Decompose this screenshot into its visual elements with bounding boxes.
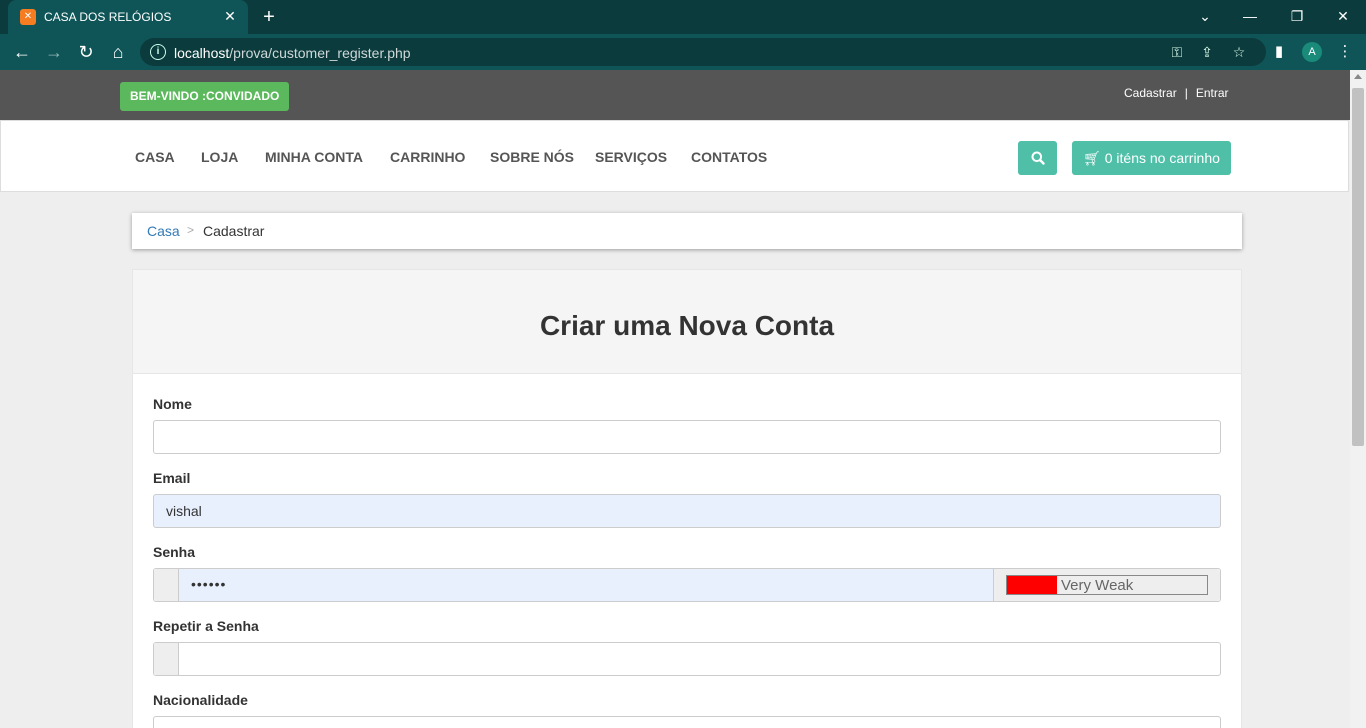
- repeat-password-label: Repetir a Senha: [153, 618, 259, 634]
- cart-button[interactable]: 🛒︎ 0 iténs no carrinho: [1072, 141, 1231, 175]
- close-tab-icon[interactable]: ✕: [222, 8, 238, 24]
- page-title: Criar uma Nova Conta: [539, 310, 835, 341]
- menu-kebab-icon[interactable]: ⋮: [1334, 41, 1356, 63]
- main-navbar: CASA LOJA MINHA CONTA CARRINHO SOBRE NÓS…: [0, 120, 1349, 192]
- restore-icon[interactable]: ❐: [1285, 6, 1309, 26]
- scroll-up-arrow[interactable]: [1354, 74, 1362, 79]
- nav-item-servicos[interactable]: SERVIÇOS: [595, 149, 667, 165]
- close-window-icon[interactable]: ✕: [1331, 6, 1355, 26]
- nav-item-minha-conta[interactable]: MINHA CONTA: [265, 149, 363, 165]
- name-field[interactable]: [153, 420, 1221, 454]
- side-panel-icon[interactable]: ▮: [1268, 41, 1290, 63]
- cart-label: 0 iténs no carrinho: [1104, 150, 1220, 166]
- top-links: Cadastrar | Entrar: [1124, 86, 1229, 100]
- email-label: Email: [153, 470, 191, 486]
- password-value: ••••••: [191, 576, 227, 592]
- strength-meter: Very Weak: [1006, 575, 1208, 595]
- address-bar[interactable]: i localhost/prova/customer_register.php …: [140, 38, 1266, 66]
- cart-icon: 🛒︎: [1083, 150, 1101, 166]
- tab-search-icon[interactable]: ⌄: [1193, 6, 1217, 26]
- back-icon[interactable]: ←: [10, 40, 34, 64]
- key-icon[interactable]: ⚿: [1168, 43, 1186, 61]
- search-button[interactable]: [1018, 141, 1057, 175]
- strength-meter-fill: [1007, 576, 1057, 594]
- breadcrumb-home-link[interactable]: Casa: [147, 223, 180, 239]
- email-field[interactable]: vishal: [153, 494, 1221, 528]
- page-scrollbar[interactable]: [1350, 70, 1366, 728]
- nav-item-casa[interactable]: CASA: [135, 149, 175, 165]
- reload-icon[interactable]: ↻: [74, 40, 98, 64]
- register-link[interactable]: Cadastrar: [1124, 86, 1177, 100]
- new-tab-icon[interactable]: +: [258, 6, 280, 28]
- site-info-icon[interactable]: i: [150, 44, 166, 60]
- password-group: •••••• Very Weak: [153, 568, 1221, 602]
- nav-item-loja[interactable]: LOJA: [201, 149, 238, 165]
- scroll-thumb[interactable]: [1352, 88, 1364, 446]
- email-value: vishal: [166, 503, 202, 519]
- repeat-password-group: [153, 642, 1221, 676]
- repeat-password-addon: [154, 643, 179, 675]
- nationality-label: Nacionalidade: [153, 692, 248, 708]
- forward-icon[interactable]: →: [42, 40, 66, 64]
- repeat-password-field[interactable]: [179, 643, 1220, 675]
- nationality-field[interactable]: [153, 716, 1221, 728]
- nav-item-sobre-nos[interactable]: SOBRE NÓS: [490, 149, 574, 165]
- top-links-separator: |: [1184, 86, 1188, 100]
- breadcrumb-current: Cadastrar: [203, 223, 265, 239]
- panel-header: Criar uma Nova Conta: [133, 270, 1241, 374]
- password-label: Senha: [153, 544, 196, 560]
- browser-tab[interactable]: ✕ CASA DOS RELÓGIOS ✕: [8, 0, 248, 34]
- profile-avatar[interactable]: A: [1302, 42, 1322, 62]
- login-link[interactable]: Entrar: [1196, 86, 1229, 100]
- home-icon[interactable]: ⌂: [106, 40, 130, 64]
- browser-tabbar: ✕ CASA DOS RELÓGIOS ✕ + ⌄ — ❐ ✕: [0, 0, 1366, 34]
- nav-item-contatos[interactable]: CONTATOS: [691, 149, 767, 165]
- browser-toolbar: ← → ↻ ⌂ i localhost/prova/customer_regis…: [0, 34, 1366, 70]
- share-icon[interactable]: ⇪: [1198, 43, 1216, 61]
- url-text: localhost/prova/customer_register.php: [174, 45, 411, 61]
- minimize-icon[interactable]: —: [1238, 6, 1262, 26]
- name-label: Nome: [153, 396, 192, 412]
- strength-label: Very Weak: [1061, 577, 1134, 594]
- register-panel: Criar uma Nova Conta Nome Email vishal S…: [132, 269, 1242, 728]
- password-addon: [154, 569, 179, 601]
- tab-title: CASA DOS RELÓGIOS: [44, 10, 172, 24]
- bookmark-star-icon[interactable]: ☆: [1230, 43, 1248, 61]
- breadcrumb: Casa > Cadastrar: [132, 213, 1242, 249]
- page-viewport: BEM-VINDO :CONVIDADO Cadastrar | Entrar CA…: [0, 70, 1350, 728]
- search-icon: [1031, 151, 1045, 165]
- top-bar: BEM-VINDO :CONVIDADO Cadastrar | Entrar: [0, 70, 1350, 120]
- xampp-icon: ✕: [20, 9, 36, 25]
- welcome-badge[interactable]: BEM-VINDO :CONVIDADO: [120, 82, 290, 111]
- nav-item-carrinho[interactable]: CARRINHO: [390, 149, 465, 165]
- strength-meter-addon: Very Weak: [994, 569, 1220, 601]
- password-field[interactable]: ••••••: [179, 569, 994, 601]
- breadcrumb-separator: >: [187, 223, 195, 237]
